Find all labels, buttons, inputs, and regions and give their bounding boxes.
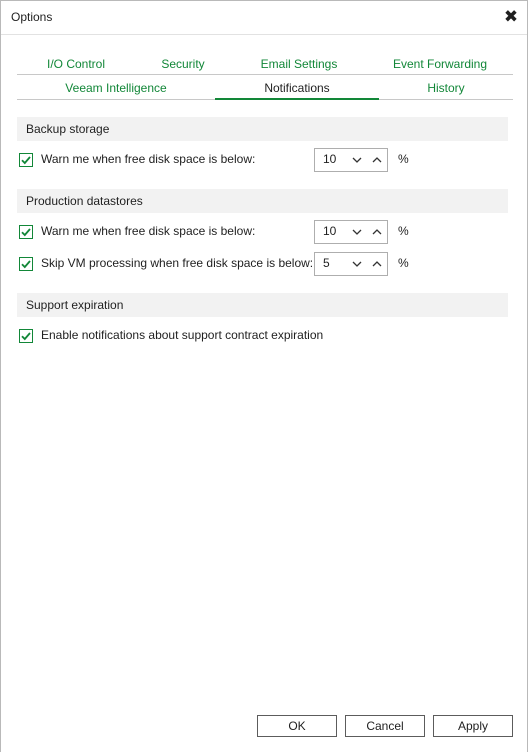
tab-io-control[interactable]: I/O Control — [17, 51, 135, 75]
backup-warn-row: Warn me when free disk space is below: 1… — [19, 148, 499, 172]
prod-skip-checkbox[interactable] — [19, 257, 33, 271]
backup-warn-label: Warn me when free disk space is below: — [41, 152, 256, 166]
window-title: Options — [11, 10, 53, 24]
tab-row-2: Veeam Intelligence Notifications History — [17, 75, 513, 100]
backup-warn-checkbox[interactable] — [19, 153, 33, 167]
options-dialog: Options ✖ I/O Control Security Email Set… — [0, 0, 528, 752]
chevron-down-icon[interactable] — [349, 224, 365, 240]
apply-button[interactable]: Apply — [433, 715, 513, 737]
checkmark-icon — [21, 228, 31, 237]
prod-warn-label: Warn me when free disk space is below: — [41, 224, 256, 238]
backup-warn-spinner[interactable]: 10 — [314, 148, 388, 172]
checkmark-icon — [21, 260, 31, 269]
support-enable-checkbox[interactable] — [19, 329, 33, 343]
ok-button[interactable]: OK — [257, 715, 337, 737]
support-enable-label: Enable notifications about support contr… — [41, 328, 324, 342]
tab-event-forwarding[interactable]: Event Forwarding — [367, 51, 513, 75]
prod-warn-spinner[interactable]: 10 — [314, 220, 388, 244]
tab-security[interactable]: Security — [135, 51, 231, 75]
prod-skip-unit: % — [398, 256, 409, 270]
backup-warn-unit: % — [398, 152, 409, 166]
tab-row-1: I/O Control Security Email Settings Even… — [17, 51, 513, 75]
backup-warn-value[interactable]: 10 — [323, 152, 336, 166]
checkmark-icon — [21, 332, 31, 341]
prod-skip-row: Skip VM processing when free disk space … — [19, 252, 499, 276]
tab-email-settings[interactable]: Email Settings — [231, 51, 367, 75]
section-support-expiration: Support expiration — [17, 293, 508, 317]
chevron-up-icon[interactable] — [369, 256, 385, 272]
dialog-content: I/O Control Security Email Settings Even… — [1, 34, 527, 752]
prod-skip-label: Skip VM processing when free disk space … — [41, 256, 314, 270]
chevron-down-icon[interactable] — [349, 256, 365, 272]
support-enable-row: Enable notifications about support contr… — [19, 326, 499, 346]
chevron-down-icon[interactable] — [349, 152, 365, 168]
prod-warn-value[interactable]: 10 — [323, 224, 336, 238]
prod-warn-checkbox[interactable] — [19, 225, 33, 239]
section-production-datastores: Production datastores — [17, 189, 508, 213]
title-bar: Options ✖ — [1, 1, 527, 33]
prod-warn-row: Warn me when free disk space is below: 1… — [19, 220, 499, 244]
close-icon[interactable]: ✖ — [501, 7, 521, 27]
checkmark-icon — [21, 156, 31, 165]
tab-veeam-intelligence[interactable]: Veeam Intelligence — [17, 75, 215, 99]
chevron-up-icon[interactable] — [369, 152, 385, 168]
cancel-button[interactable]: Cancel — [345, 715, 425, 737]
prod-skip-value[interactable]: 5 — [323, 256, 330, 270]
chevron-up-icon[interactable] — [369, 224, 385, 240]
prod-warn-unit: % — [398, 224, 409, 238]
prod-skip-spinner[interactable]: 5 — [314, 252, 388, 276]
section-backup-storage: Backup storage — [17, 117, 508, 141]
tab-notifications[interactable]: Notifications — [215, 75, 379, 100]
tab-history[interactable]: History — [379, 75, 513, 99]
